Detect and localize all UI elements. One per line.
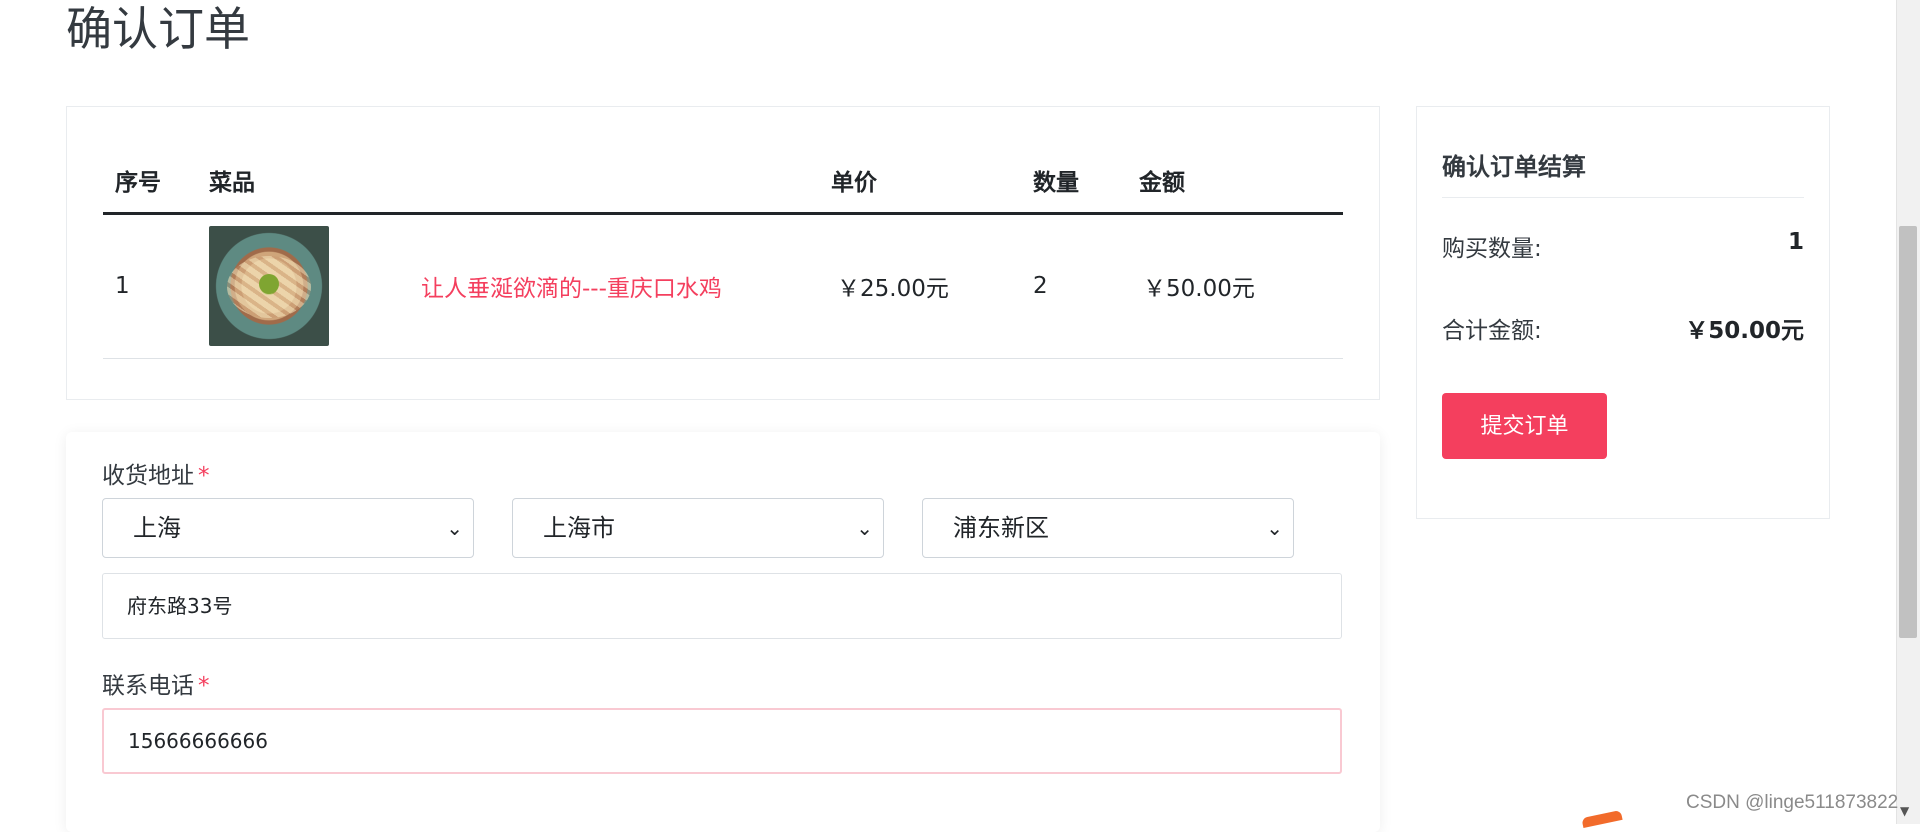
order-items-card: 序号 菜品 单价 数量 金额 1 让人垂涎欲滴的---重庆口水鸡 ￥25.00元… xyxy=(66,106,1380,400)
address-label: 收货地址 * xyxy=(102,456,210,490)
dish-image-cell xyxy=(209,213,421,359)
address-detail-value: 府东路33号 xyxy=(127,594,233,618)
address-detail-input[interactable]: 府东路33号 xyxy=(102,573,1342,639)
dish-name-link[interactable]: 让人垂涎欲滴的---重庆口水鸡 xyxy=(421,276,722,302)
dish-name-cell: 让人垂涎欲滴的---重庆口水鸡 xyxy=(421,213,831,359)
header-price: 单价 xyxy=(831,163,1033,215)
row-price: ￥25.00元 xyxy=(831,213,1033,359)
summary-title: 确认订单结算 xyxy=(1442,153,1586,181)
row-quantity: 2 xyxy=(1033,213,1139,359)
total-amount-row: 合计金额: ￥50.00元 xyxy=(1442,311,1804,345)
header-dish: 菜品 xyxy=(209,163,421,215)
table-row: 1 让人垂涎欲滴的---重庆口水鸡 ￥25.00元 2 ￥50.00元 xyxy=(103,213,1343,359)
chevron-down-icon: ⌄ xyxy=(856,516,873,540)
dish-photo-icon[interactable] xyxy=(209,226,329,346)
required-mark: * xyxy=(198,673,210,699)
page-title: 确认订单 xyxy=(66,2,250,56)
row-amount: ￥50.00元 xyxy=(1139,213,1343,359)
chevron-down-icon: ⌄ xyxy=(1266,516,1283,540)
city-select[interactable]: 上海市 ⌄ xyxy=(512,498,884,558)
phone-label-text: 联系电话 xyxy=(102,673,194,699)
scroll-down-arrow-icon[interactable]: ▼ xyxy=(1900,804,1909,818)
submit-order-button[interactable]: 提交订单 xyxy=(1442,393,1607,459)
header-quantity: 数量 xyxy=(1033,163,1139,215)
district-select-value: 浦东新区 xyxy=(953,514,1049,542)
address-label-text: 收货地址 xyxy=(102,463,194,489)
purchase-count-label: 购买数量: xyxy=(1442,236,1542,262)
phone-input-value: 15666666666 xyxy=(128,729,268,753)
table-header-row: 序号 菜品 单价 数量 金额 xyxy=(103,163,1343,215)
purchase-count-row: 购买数量: 1 xyxy=(1442,229,1804,263)
phone-label: 联系电话 * xyxy=(102,666,210,700)
header-amount: 金额 xyxy=(1139,163,1343,215)
watermark: CSDN @linge511873822 xyxy=(1686,792,1899,813)
chevron-down-icon: ⌄ xyxy=(446,516,463,540)
order-summary-card: 确认订单结算 购买数量: 1 合计金额: ￥50.00元 提交订单 xyxy=(1416,106,1830,519)
order-items-table: 序号 菜品 单价 数量 金额 1 让人垂涎欲滴的---重庆口水鸡 ￥25.00元… xyxy=(103,163,1343,359)
required-mark: * xyxy=(198,463,210,489)
city-select-value: 上海市 xyxy=(543,514,615,542)
row-index: 1 xyxy=(103,213,209,359)
summary-divider xyxy=(1442,197,1804,198)
district-select[interactable]: 浦东新区 ⌄ xyxy=(922,498,1294,558)
total-amount-value: ￥50.00元 xyxy=(1685,318,1804,344)
address-form-card: 收货地址 * 上海 ⌄ 上海市 ⌄ 浦东新区 ⌄ 府东路33号 联系电话 * 156… xyxy=(66,432,1380,832)
header-dish-name xyxy=(421,163,831,215)
province-select-value: 上海 xyxy=(133,514,181,542)
province-select[interactable]: 上海 ⌄ xyxy=(102,498,474,558)
purchase-count-value: 1 xyxy=(1787,229,1804,255)
phone-input[interactable]: 15666666666 xyxy=(102,708,1342,774)
header-index: 序号 xyxy=(103,163,209,215)
floating-widget-icon[interactable] xyxy=(1581,809,1623,829)
total-amount-label: 合计金额: xyxy=(1442,318,1542,344)
scrollbar-thumb[interactable] xyxy=(1899,226,1917,638)
